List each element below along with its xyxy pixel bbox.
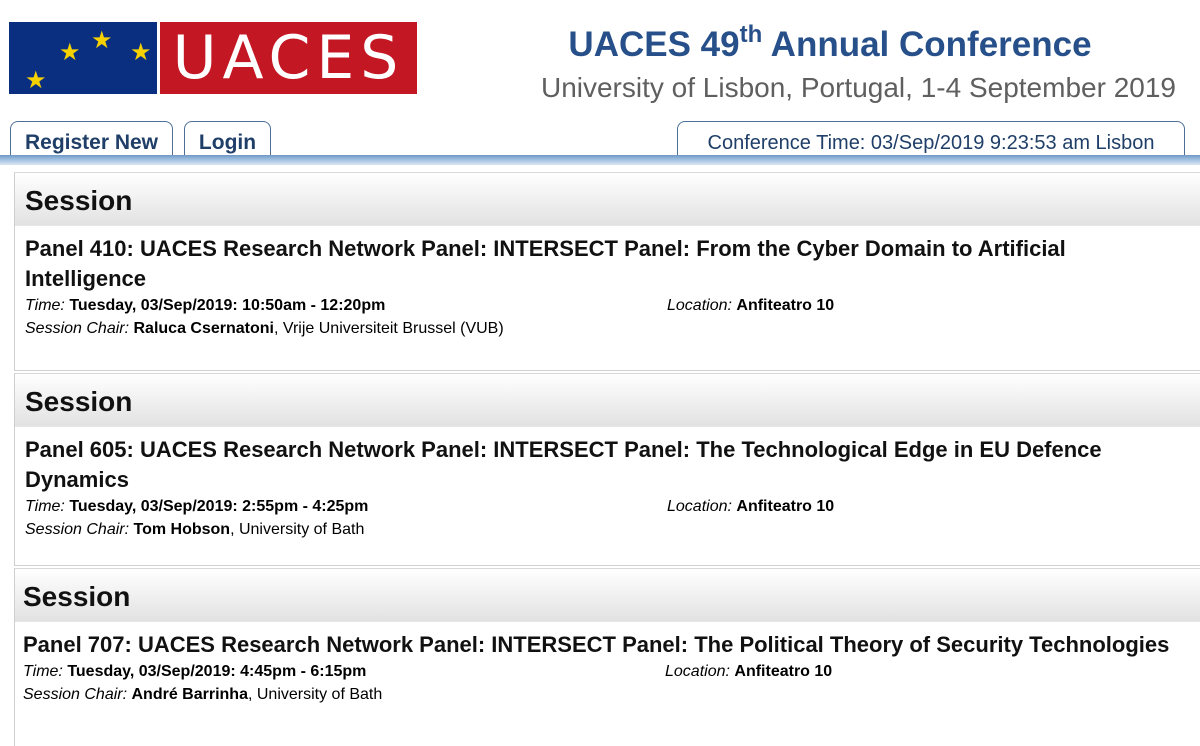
session-chair-name[interactable]: Raluca Csernatoni: [134, 320, 274, 337]
star-icon: ★: [59, 38, 81, 66]
star-icon: ★: [91, 26, 113, 54]
session-chair-row: Session Chair: André Barrinha, Universit…: [23, 683, 1200, 706]
session-chair-row: Session Chair: Tom Hobson, University of…: [25, 518, 1200, 541]
session-chair-row: Session Chair: Raluca Csernatoni, Vrije …: [25, 317, 1200, 340]
star-icon: ★: [25, 66, 47, 94]
conference-title-rest: Annual Conference: [762, 25, 1092, 64]
login-tab[interactable]: Login: [184, 121, 271, 159]
eu-flag-icon: ★ ★ ★ ★: [9, 22, 157, 94]
session-time: Tuesday, 03/Sep/2019: 4:45pm - 6:15pm: [67, 663, 367, 680]
panel-title[interactable]: Panel 707: UACES Research Network Panel:…: [23, 630, 1173, 660]
session-chair-name[interactable]: André Barrinha: [132, 686, 248, 703]
conference-title: UACES 49th Annual Conference: [520, 22, 1140, 68]
session-location[interactable]: Anfiteatro 10: [736, 498, 834, 515]
conference-subtitle: University of Lisbon, Portugal, 1-4 Sept…: [540, 72, 1176, 103]
uaces-logo[interactable]: ★ ★ ★ ★ UACES: [9, 22, 417, 94]
session-time: Tuesday, 03/Sep/2019: 2:55pm - 4:25pm: [69, 498, 369, 515]
session-header: Session: [15, 173, 1200, 226]
nav-bar: [0, 155, 1200, 165]
location-group: Location: Anfiteatro 10: [665, 660, 832, 683]
session-chair-affiliation: , University of Bath: [230, 521, 365, 538]
session-header: Session: [15, 374, 1200, 427]
conference-time: Conference Time: 03/Sep/2019 9:23:53 am …: [677, 121, 1185, 159]
session-time: Tuesday, 03/Sep/2019: 10:50am - 12:20pm: [69, 297, 386, 314]
session-card: Session Panel 707: UACES Research Networ…: [14, 568, 1200, 746]
panel-title[interactable]: Panel 605: UACES Research Network Panel:…: [25, 435, 1175, 495]
location-label: Location:: [667, 498, 732, 515]
session-location[interactable]: Anfiteatro 10: [734, 663, 832, 680]
panel-title[interactable]: Panel 410: UACES Research Network Panel:…: [25, 234, 1175, 294]
session-header: Session: [15, 569, 1200, 622]
time-label: Time:: [23, 663, 63, 680]
session-time-row: Time: Tuesday, 03/Sep/2019: 4:45pm - 6:1…: [23, 660, 1200, 683]
session-chair-affiliation: , Vrije Universiteit Brussel (VUB): [273, 320, 504, 337]
session-card: Session Panel 410: UACES Research Networ…: [14, 172, 1200, 371]
session-chair-label: Session Chair:: [25, 521, 130, 538]
session-chair-affiliation: , University of Bath: [247, 686, 383, 703]
session-chair-name[interactable]: Tom Hobson: [134, 521, 231, 538]
star-icon: ★: [130, 38, 152, 66]
page: ★ ★ ★ ★ UACES UACES 49th Annual Conferen…: [0, 0, 1200, 746]
register-new-tab[interactable]: Register New: [10, 121, 173, 159]
location-group: Location: Anfiteatro 10: [667, 495, 834, 518]
uaces-logo-text: UACES: [160, 22, 417, 94]
location-label: Location:: [667, 297, 732, 314]
conference-title-main: UACES 49: [568, 25, 740, 64]
location-label: Location:: [665, 663, 730, 680]
session-location[interactable]: Anfiteatro 10: [736, 297, 834, 314]
session-time-row: Time: Tuesday, 03/Sep/2019: 2:55pm - 4:2…: [25, 495, 1200, 518]
session-time-row: Time: Tuesday, 03/Sep/2019: 10:50am - 12…: [25, 294, 1200, 317]
time-label: Time:: [25, 498, 65, 515]
conference-title-ordinal: th: [739, 21, 763, 48]
session-chair-label: Session Chair:: [25, 320, 130, 337]
session-card: Session Panel 605: UACES Research Networ…: [14, 373, 1200, 566]
location-group: Location: Anfiteatro 10: [667, 294, 834, 317]
time-label: Time:: [25, 297, 65, 314]
session-chair-label: Session Chair:: [23, 686, 128, 703]
